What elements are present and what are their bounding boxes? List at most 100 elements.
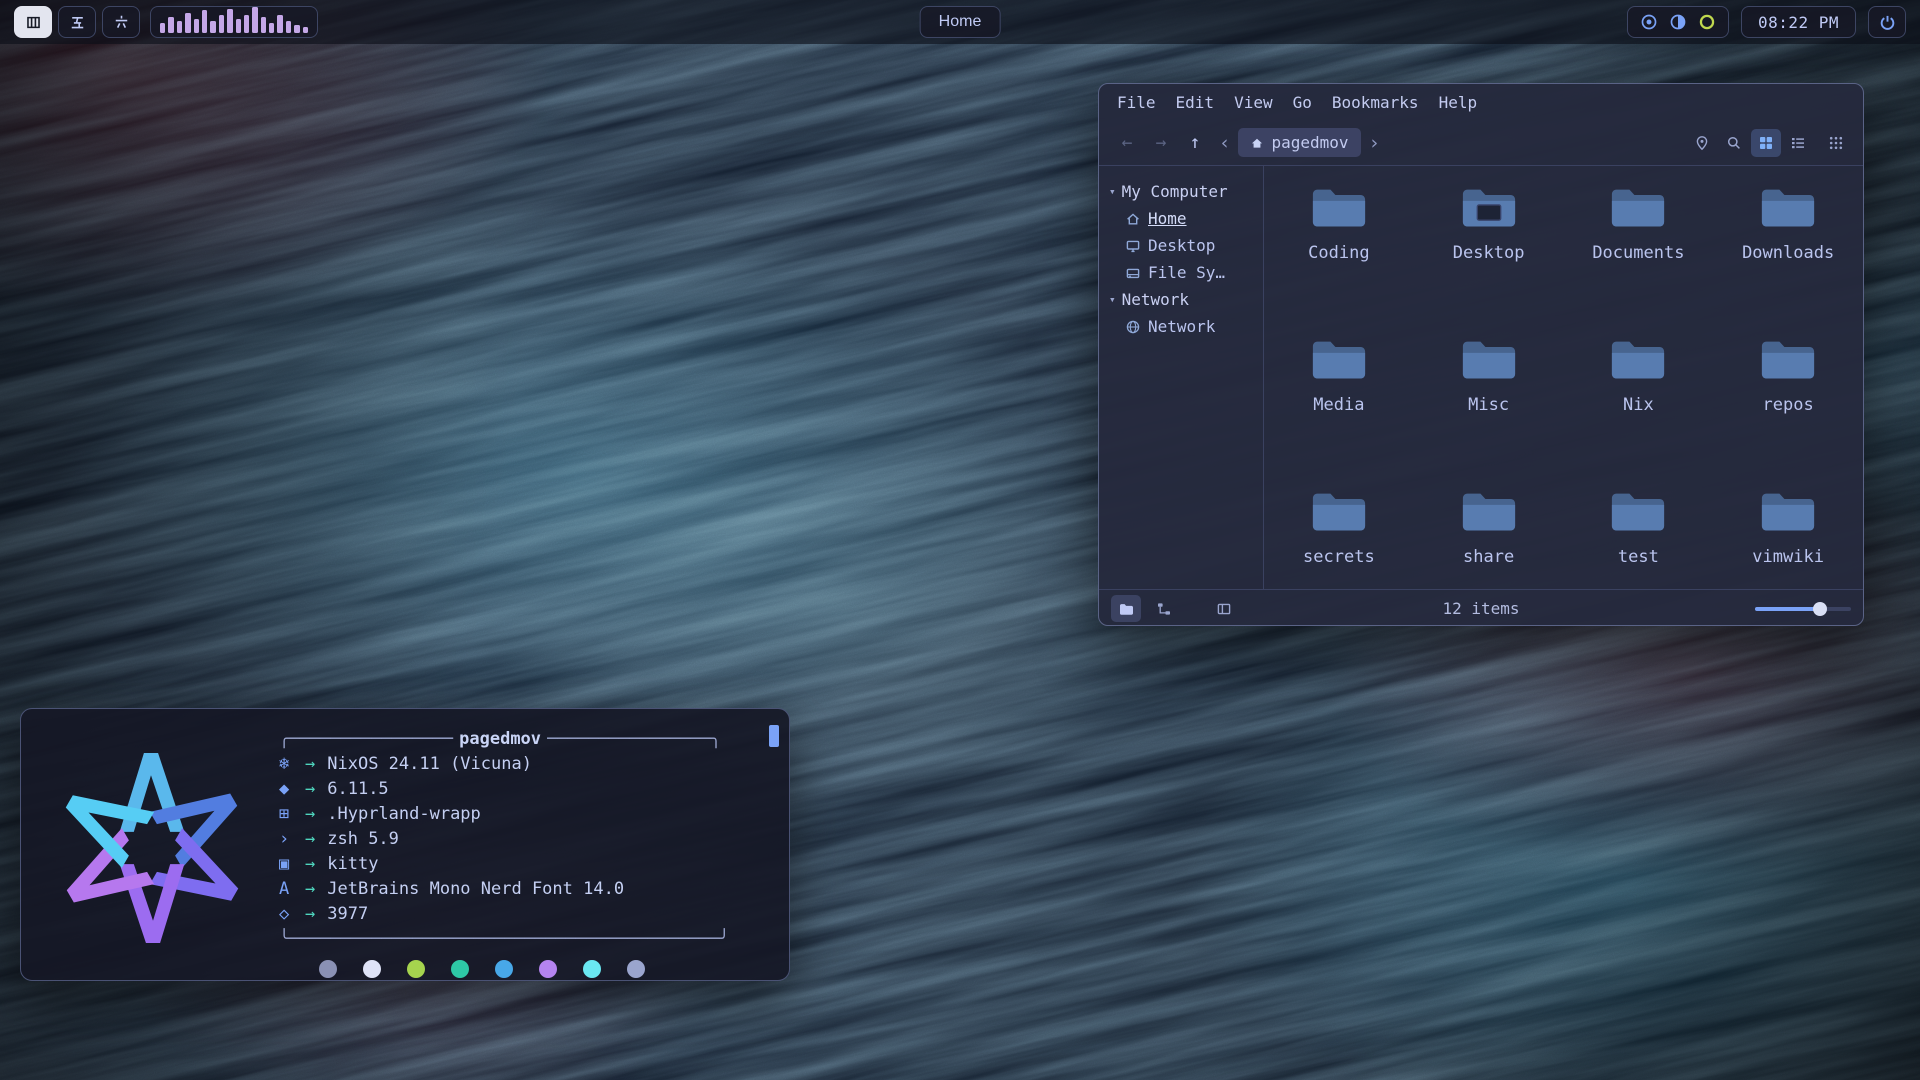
workspace-6[interactable]: [102, 6, 140, 38]
drive-icon: [1125, 265, 1141, 281]
folder-icon: [1460, 490, 1518, 539]
visualizer-bar: [227, 9, 232, 33]
fetch-line-font: A→JetBrains Mono Nerd Font 14.0: [279, 877, 771, 902]
breadcrumb-home-segment[interactable]: pagedmov: [1238, 128, 1360, 157]
folder-downloads[interactable]: Downloads: [1713, 176, 1863, 328]
visualizer-bar: [303, 27, 308, 33]
menu-go[interactable]: Go: [1283, 87, 1322, 117]
forward-button[interactable]: →: [1145, 128, 1177, 158]
desktop: Home 08:22 PM FileEditView: [0, 0, 1920, 1080]
fastfetch-info: ╭──────────────── pagedmov ─────────────…: [279, 723, 771, 972]
power-icon: [1879, 14, 1896, 31]
half-circle-icon[interactable]: [1669, 13, 1687, 31]
hostname: pagedmov: [459, 727, 541, 752]
sidebar-item-label: Home: [1148, 209, 1187, 228]
folder-icon: [1759, 338, 1817, 387]
home-icon: [1125, 211, 1141, 227]
zoom-slider-fill: [1755, 607, 1820, 611]
chevron-left-icon[interactable]: ‹: [1213, 132, 1236, 154]
color-palette: [279, 960, 771, 978]
folder-media[interactable]: Media: [1264, 328, 1414, 480]
visualizer-bar: [177, 21, 182, 33]
dot-circle-icon[interactable]: [1640, 13, 1658, 31]
folder-label: Desktop: [1453, 243, 1525, 263]
compact-view-button[interactable]: [1821, 129, 1851, 157]
fetch-line-wm: ⊞→.Hyprland-wrapp: [279, 802, 771, 827]
folder-vimwiki[interactable]: vimwiki: [1713, 480, 1863, 589]
sidebar: ▾My Computer Home DesktopFile Sy…▾Network N…: [1099, 166, 1264, 589]
folder-repos[interactable]: repos: [1713, 328, 1863, 480]
sidebar-section-my-computer[interactable]: ▾My Computer: [1109, 178, 1263, 205]
location-pin-icon[interactable]: [1687, 129, 1717, 157]
folder-misc[interactable]: Misc: [1414, 328, 1564, 480]
chevron-right-icon[interactable]: ›: [1363, 132, 1386, 154]
visualizer-bar: [269, 23, 274, 33]
workspace-4[interactable]: [14, 6, 52, 38]
back-button[interactable]: ←: [1111, 128, 1143, 158]
menu-edit[interactable]: Edit: [1166, 87, 1225, 117]
visualizer-bar: [277, 15, 282, 33]
zoom-slider-handle[interactable]: [1813, 602, 1827, 616]
globe-icon: [1125, 319, 1141, 335]
palette-dot-0: [319, 960, 337, 978]
shell-icon: ›: [279, 827, 305, 852]
fetch-line-os: ❄→NixOS 24.11 (Vicuna): [279, 752, 771, 777]
sidebar-item-label: Network: [1148, 317, 1215, 336]
folder-label: share: [1463, 547, 1514, 567]
folder-icon: [1759, 186, 1817, 235]
collapse-arrow-icon: ▾: [1109, 293, 1116, 306]
fetch-font-value: JetBrains Mono Nerd Font 14.0: [327, 877, 624, 902]
power-button[interactable]: [1868, 6, 1906, 38]
folder-icon: [1310, 490, 1368, 539]
monitor-icon: [1125, 238, 1141, 254]
folder-icon: [1609, 490, 1667, 539]
folder-label: Downloads: [1742, 243, 1834, 263]
folder-icon: [1759, 490, 1817, 539]
workspace-5[interactable]: [58, 6, 96, 38]
sidebar-item-filesy[interactable]: File Sy…: [1109, 259, 1263, 286]
ring-icon[interactable]: [1698, 13, 1716, 31]
up-button[interactable]: ↑: [1179, 128, 1211, 158]
arrow-icon: →: [305, 777, 315, 802]
grid-view-button[interactable]: [1751, 129, 1781, 157]
folder-icon: [1460, 338, 1518, 387]
fetch-kernel-value: 6.11.5: [327, 777, 388, 802]
menu-file[interactable]: File: [1107, 87, 1166, 117]
folder-test[interactable]: test: [1564, 480, 1714, 589]
menu-bookmarks[interactable]: Bookmarks: [1322, 87, 1429, 117]
menu-help[interactable]: Help: [1429, 87, 1488, 117]
split-panel-button[interactable]: [1209, 595, 1239, 622]
folder-label: test: [1618, 547, 1659, 567]
folder-label: repos: [1763, 395, 1814, 415]
tree-pane-button[interactable]: [1149, 595, 1179, 622]
fetch-shell-value: zsh 5.9: [327, 827, 399, 852]
folder-nix[interactable]: Nix: [1564, 328, 1714, 480]
palette-dot-1: [363, 960, 381, 978]
box-border: ╭────────────────: [279, 727, 453, 752]
menu-view[interactable]: View: [1224, 87, 1283, 117]
top-bar: Home 08:22 PM: [0, 0, 1920, 44]
folder-share[interactable]: share: [1414, 480, 1564, 589]
collapse-arrow-icon: ▾: [1109, 185, 1116, 198]
folder-label: Media: [1313, 395, 1364, 415]
folder-desktop[interactable]: Desktop: [1414, 176, 1564, 328]
sidebar-section-network[interactable]: ▾Network: [1109, 286, 1263, 313]
arrow-icon: →: [305, 877, 315, 902]
fastfetch-title-row: ╭──────────────── pagedmov ─────────────…: [279, 727, 771, 752]
zoom-slider[interactable]: [1755, 595, 1851, 622]
folder-documents[interactable]: Documents: [1564, 176, 1714, 328]
home-button[interactable]: Home: [920, 6, 1001, 38]
folder-secrets[interactable]: secrets: [1264, 480, 1414, 589]
search-icon[interactable]: [1719, 129, 1749, 157]
terminal-cursor: [769, 725, 779, 747]
sidebar-item-network[interactable]: Network: [1109, 313, 1263, 340]
sidebar-item-home[interactable]: Home: [1109, 205, 1263, 232]
folder-pane-button[interactable]: [1111, 595, 1141, 622]
visualizer-bar: [210, 21, 215, 33]
sidebar-item-desktop[interactable]: Desktop: [1109, 232, 1263, 259]
list-view-button[interactable]: [1783, 129, 1813, 157]
home-icon: [1250, 136, 1264, 150]
palette-dot-2: [407, 960, 425, 978]
visualizer-bar: [219, 15, 224, 33]
folder-coding[interactable]: Coding: [1264, 176, 1414, 328]
